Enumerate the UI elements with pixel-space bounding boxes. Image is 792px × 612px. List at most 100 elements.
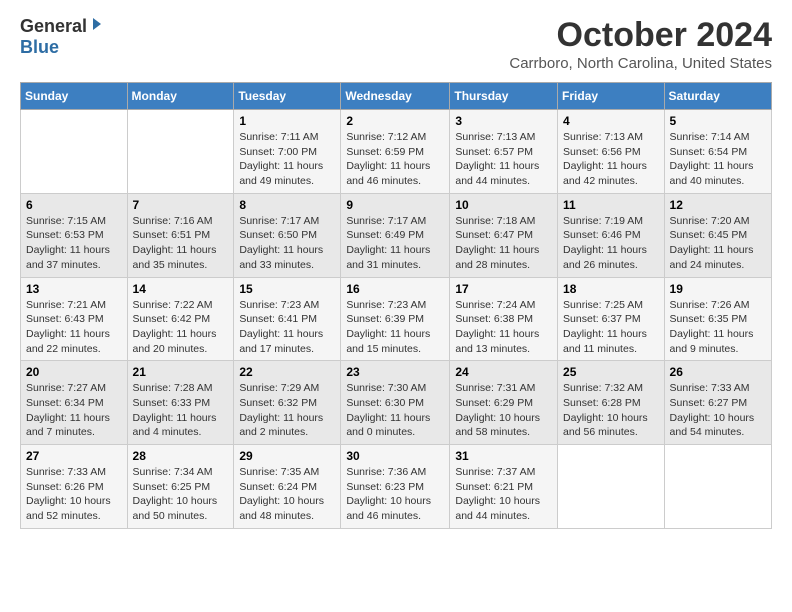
day-number: 12 [670, 198, 766, 212]
day-number: 24 [455, 365, 552, 379]
day-number: 9 [346, 198, 444, 212]
title-area: October 2024 Carrboro, North Carolina, U… [509, 16, 772, 72]
logo-blue-text: Blue [20, 37, 59, 57]
header-friday: Friday [558, 83, 665, 110]
day-number: 7 [133, 198, 229, 212]
calendar-week-3: 13Sunrise: 7:21 AM Sunset: 6:43 PM Dayli… [21, 277, 772, 361]
day-number: 22 [239, 365, 335, 379]
page-header: General Blue October 2024 Carrboro, Nort… [20, 16, 772, 72]
calendar-cell: 9 Sunrise: 7:17 AM Sunset: 6:49 PM Daylig… [341, 193, 450, 277]
day-info: Sunrise: 7:20 AM Sunset: 6:45 PM Dayligh… [670, 214, 766, 273]
day-info: Sunrise: 7:33 AM Sunset: 6:27 PM Dayligh… [670, 381, 766, 440]
calendar-week-2: 6 Sunrise: 7:15 AM Sunset: 6:53 PM Daylig… [21, 193, 772, 277]
header-wednesday: Wednesday [341, 83, 450, 110]
calendar-cell: 21 Sunrise: 7:28 AM Sunset: 6:33 PM Dayli… [127, 361, 234, 445]
day-number: 27 [26, 449, 122, 463]
header-tuesday: Tuesday [234, 83, 341, 110]
day-info: Sunrise: 7:36 AM Sunset: 6:23 PM Dayligh… [346, 465, 444, 524]
day-number: 21 [133, 365, 229, 379]
day-info: Sunrise: 7:24 AM Sunset: 6:38 PM Dayligh… [455, 298, 552, 357]
calendar-cell: 15Sunrise: 7:23 AM Sunset: 6:41 PM Dayli… [234, 277, 341, 361]
calendar-cell: 4 Sunrise: 7:13 AM Sunset: 6:56 PM Daylig… [558, 110, 665, 194]
calendar-cell: 14 Sunrise: 7:22 AM Sunset: 6:42 PM Dayli… [127, 277, 234, 361]
calendar-cell: 13Sunrise: 7:21 AM Sunset: 6:43 PM Dayli… [21, 277, 128, 361]
day-info: Sunrise: 7:17 AM Sunset: 6:49 PM Dayligh… [346, 214, 444, 273]
header-thursday: Thursday [450, 83, 558, 110]
header-monday: Monday [127, 83, 234, 110]
day-info: Sunrise: 7:33 AM Sunset: 6:26 PM Dayligh… [26, 465, 122, 524]
day-number: 26 [670, 365, 766, 379]
day-number: 29 [239, 449, 335, 463]
day-number: 28 [133, 449, 229, 463]
calendar-cell: 10 Sunrise: 7:18 AM Sunset: 6:47 PM Dayli… [450, 193, 558, 277]
day-info: Sunrise: 7:21 AM Sunset: 6:43 PM Dayligh… [26, 298, 122, 357]
day-number: 8 [239, 198, 335, 212]
day-info: Sunrise: 7:28 AM Sunset: 6:33 PM Dayligh… [133, 381, 229, 440]
calendar-cell: 22 Sunrise: 7:29 AM Sunset: 6:32 PM Dayli… [234, 361, 341, 445]
logo-general-text: General [20, 16, 87, 37]
calendar-week-1: 1 Sunrise: 7:11 AM Sunset: 7:00 PM Daylig… [21, 110, 772, 194]
day-number: 17 [455, 282, 552, 296]
calendar-cell: 31 Sunrise: 7:37 AM Sunset: 6:21 PM Dayli… [450, 445, 558, 529]
logo-arrow-icon [89, 16, 105, 37]
day-number: 31 [455, 449, 552, 463]
day-info: Sunrise: 7:18 AM Sunset: 6:47 PM Dayligh… [455, 214, 552, 273]
day-info: Sunrise: 7:14 AM Sunset: 6:54 PM Dayligh… [670, 130, 766, 189]
day-info: Sunrise: 7:11 AM Sunset: 7:00 PM Dayligh… [239, 130, 335, 189]
day-number: 23 [346, 365, 444, 379]
header-sunday: Sunday [21, 83, 128, 110]
calendar-cell: 18Sunrise: 7:25 AM Sunset: 6:37 PM Dayli… [558, 277, 665, 361]
day-info: Sunrise: 7:32 AM Sunset: 6:28 PM Dayligh… [563, 381, 659, 440]
logo: General Blue [20, 16, 105, 58]
day-number: 18 [563, 282, 659, 296]
day-number: 2 [346, 114, 444, 128]
day-info: Sunrise: 7:30 AM Sunset: 6:30 PM Dayligh… [346, 381, 444, 440]
day-number: 6 [26, 198, 122, 212]
calendar-cell: 7 Sunrise: 7:16 AM Sunset: 6:51 PM Daylig… [127, 193, 234, 277]
calendar-cell [664, 445, 771, 529]
calendar-cell: 28 Sunrise: 7:34 AM Sunset: 6:25 PM Dayli… [127, 445, 234, 529]
calendar-cell [558, 445, 665, 529]
calendar-cell: 17 Sunrise: 7:24 AM Sunset: 6:38 PM Dayli… [450, 277, 558, 361]
calendar-cell: 24Sunrise: 7:31 AM Sunset: 6:29 PM Dayli… [450, 361, 558, 445]
subtitle: Carrboro, North Carolina, United States [509, 55, 772, 72]
calendar-cell: 26 Sunrise: 7:33 AM Sunset: 6:27 PM Dayli… [664, 361, 771, 445]
day-info: Sunrise: 7:16 AM Sunset: 6:51 PM Dayligh… [133, 214, 229, 273]
day-number: 1 [239, 114, 335, 128]
calendar-cell: 23 Sunrise: 7:30 AM Sunset: 6:30 PM Dayli… [341, 361, 450, 445]
day-number: 3 [455, 114, 552, 128]
day-info: Sunrise: 7:15 AM Sunset: 6:53 PM Dayligh… [26, 214, 122, 273]
day-info: Sunrise: 7:27 AM Sunset: 6:34 PM Dayligh… [26, 381, 122, 440]
day-number: 10 [455, 198, 552, 212]
day-info: Sunrise: 7:22 AM Sunset: 6:42 PM Dayligh… [133, 298, 229, 357]
day-info: Sunrise: 7:13 AM Sunset: 6:56 PM Dayligh… [563, 130, 659, 189]
calendar-week-4: 20 Sunrise: 7:27 AM Sunset: 6:34 PM Dayli… [21, 361, 772, 445]
calendar-cell: 29 Sunrise: 7:35 AM Sunset: 6:24 PM Dayli… [234, 445, 341, 529]
calendar-cell: 19 Sunrise: 7:26 AM Sunset: 6:35 PM Dayli… [664, 277, 771, 361]
day-number: 16 [346, 282, 444, 296]
day-number: 20 [26, 365, 122, 379]
day-number: 25 [563, 365, 659, 379]
calendar-week-5: 27 Sunrise: 7:33 AM Sunset: 6:26 PM Dayli… [21, 445, 772, 529]
day-info: Sunrise: 7:35 AM Sunset: 6:24 PM Dayligh… [239, 465, 335, 524]
day-info: Sunrise: 7:34 AM Sunset: 6:25 PM Dayligh… [133, 465, 229, 524]
day-number: 14 [133, 282, 229, 296]
day-info: Sunrise: 7:12 AM Sunset: 6:59 PM Dayligh… [346, 130, 444, 189]
day-info: Sunrise: 7:26 AM Sunset: 6:35 PM Dayligh… [670, 298, 766, 357]
day-info: Sunrise: 7:37 AM Sunset: 6:21 PM Dayligh… [455, 465, 552, 524]
day-number: 19 [670, 282, 766, 296]
calendar-cell: 12 Sunrise: 7:20 AM Sunset: 6:45 PM Dayli… [664, 193, 771, 277]
day-number: 4 [563, 114, 659, 128]
calendar-cell: 2 Sunrise: 7:12 AM Sunset: 6:59 PM Daylig… [341, 110, 450, 194]
day-number: 5 [670, 114, 766, 128]
calendar-cell: 20 Sunrise: 7:27 AM Sunset: 6:34 PM Dayli… [21, 361, 128, 445]
day-number: 15 [239, 282, 335, 296]
header-saturday: Saturday [664, 83, 771, 110]
day-number: 30 [346, 449, 444, 463]
calendar-header-row: SundayMondayTuesdayWednesdayThursdayFrid… [21, 83, 772, 110]
calendar-cell: 6 Sunrise: 7:15 AM Sunset: 6:53 PM Daylig… [21, 193, 128, 277]
day-info: Sunrise: 7:29 AM Sunset: 6:32 PM Dayligh… [239, 381, 335, 440]
calendar-cell: 30 Sunrise: 7:36 AM Sunset: 6:23 PM Dayli… [341, 445, 450, 529]
day-info: Sunrise: 7:17 AM Sunset: 6:50 PM Dayligh… [239, 214, 335, 273]
calendar-cell: 16Sunrise: 7:23 AM Sunset: 6:39 PM Dayli… [341, 277, 450, 361]
